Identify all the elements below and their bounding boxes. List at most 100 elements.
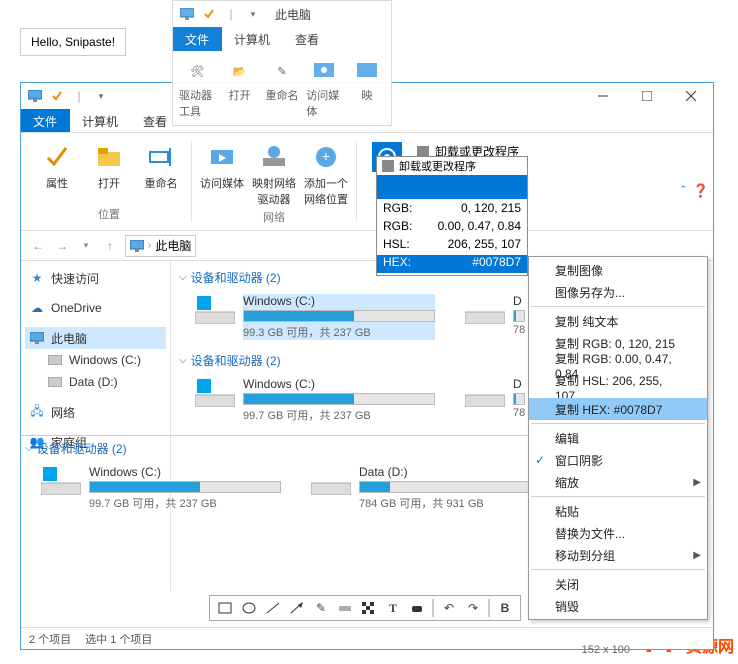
menu-close[interactable]: 关闭 bbox=[529, 573, 707, 595]
menu-copy-hsl[interactable]: 复制 HSL: 206, 255, 107 bbox=[529, 376, 707, 398]
tool-undo-icon[interactable]: ↶ bbox=[438, 597, 460, 619]
check-icon bbox=[201, 6, 217, 22]
tool-line-icon[interactable] bbox=[262, 597, 284, 619]
chevron-down-icon: ⌵ bbox=[179, 355, 187, 366]
toolbar-separator bbox=[432, 599, 434, 617]
sidebar-network[interactable]: 🖧网络 bbox=[25, 401, 166, 423]
tool-text-icon[interactable]: T bbox=[382, 597, 404, 619]
usage-bar bbox=[89, 481, 281, 493]
access-media-button[interactable]: 访问媒体 bbox=[198, 141, 246, 207]
menu-separator bbox=[531, 306, 705, 307]
uninstall-icon bbox=[381, 159, 395, 173]
drive-icon bbox=[47, 374, 63, 390]
color-rows: RGB:0, 120, 215 RGB:0.00, 0.47, 0.84 HSL… bbox=[377, 199, 527, 275]
context-menu: 复制图像 图像另存为... 复制 纯文本 复制 RGB: 0, 120, 215… bbox=[528, 256, 708, 620]
tool-pencil-icon[interactable]: ✎ bbox=[310, 597, 332, 619]
ghost-rib-map[interactable]: 映 bbox=[349, 57, 385, 119]
drive-d-partial[interactable]: D78 bbox=[465, 294, 525, 340]
tool-redo-icon[interactable]: ↷ bbox=[462, 597, 484, 619]
ribbon-group-network: 访问媒体 映射网络 驱动器 +添加一个 网络位置 网络 bbox=[192, 141, 357, 222]
usage-bar bbox=[243, 393, 435, 405]
color-row-hsl: HSL:206, 255, 107 bbox=[383, 237, 521, 255]
add-location-button[interactable]: +添加一个 网络位置 bbox=[302, 141, 350, 207]
menu-copy-text[interactable]: 复制 纯文本 bbox=[529, 310, 707, 332]
menu-save-as[interactable]: 图像另存为... bbox=[529, 281, 707, 303]
add-location-icon: + bbox=[310, 141, 342, 173]
nav-fwd-icon[interactable]: → bbox=[53, 237, 71, 255]
menu-shadow[interactable]: ✓窗口阴影 bbox=[529, 449, 707, 471]
ghost-rib-media[interactable]: 访问媒体 bbox=[306, 57, 342, 119]
maximize-button[interactable] bbox=[625, 83, 669, 109]
dimension-label: 152 x 100 bbox=[582, 644, 630, 656]
tool-marker-icon[interactable] bbox=[334, 597, 356, 619]
tool-eraser-icon[interactable] bbox=[406, 597, 428, 619]
ghost-tab-view[interactable]: 查看 bbox=[283, 27, 332, 51]
menu-moveto[interactable]: 移动到分组▶ bbox=[529, 544, 707, 566]
network-icon: 🖧 bbox=[29, 404, 45, 420]
nav-back-icon[interactable]: ← bbox=[29, 237, 47, 255]
star-icon: ★ bbox=[29, 270, 45, 286]
menu-zoom[interactable]: 缩放▶ bbox=[529, 471, 707, 493]
tool-mosaic-icon[interactable] bbox=[358, 597, 380, 619]
nav-up-icon[interactable]: ↑ bbox=[101, 237, 119, 255]
breadcrumb-text: 此电脑 bbox=[155, 237, 191, 254]
open-icon: 📂 bbox=[226, 57, 254, 85]
open-button[interactable]: 打开 bbox=[85, 141, 133, 204]
minimize-button[interactable] bbox=[581, 83, 625, 109]
group-label: 位置 bbox=[98, 206, 120, 222]
ghost-rib-tools[interactable]: 🛠驱动器工具 bbox=[179, 57, 215, 119]
drive-c[interactable]: Windows (C:)99.7 GB 可用，共 237 GB bbox=[41, 465, 281, 511]
tool-ellipse-icon[interactable] bbox=[238, 597, 260, 619]
map-drive-button[interactable]: 映射网络 驱动器 bbox=[250, 141, 298, 207]
sidebar-drive-d[interactable]: Data (D:) bbox=[25, 371, 166, 393]
label: 打开 bbox=[229, 87, 251, 103]
help-button[interactable]: ˆ ❓ bbox=[681, 183, 709, 199]
label: 添加一个 网络位置 bbox=[304, 175, 348, 207]
usage-bar bbox=[513, 310, 525, 322]
tool-rect-icon[interactable] bbox=[214, 597, 236, 619]
properties-button[interactable]: 属性 bbox=[33, 141, 81, 204]
drive-c[interactable]: Windows (C:)99.3 GB 可用，共 237 GB bbox=[195, 294, 435, 340]
label: 卸载或更改程序 bbox=[399, 158, 476, 174]
menu-destroy[interactable]: 销毁 bbox=[529, 595, 707, 617]
media-icon bbox=[310, 57, 338, 85]
ghost-tabs: 文件 计算机 查看 bbox=[173, 27, 391, 51]
divider-icon: | bbox=[223, 6, 239, 22]
sidebar-quick-access[interactable]: ★快速访问 bbox=[25, 267, 166, 289]
address-bar[interactable]: › 此电脑 bbox=[125, 235, 196, 257]
open-icon bbox=[93, 141, 125, 173]
ghost-qat: | ▾ 此电脑 bbox=[173, 1, 391, 27]
drive-d-partial[interactable]: D78 bbox=[465, 377, 525, 423]
sidebar-drive-c[interactable]: Windows (C:) bbox=[25, 349, 166, 371]
menu-copy-image[interactable]: 复制图像 bbox=[529, 259, 707, 281]
check-icon bbox=[49, 88, 65, 104]
label: 属性 bbox=[46, 175, 68, 191]
tab-computer[interactable]: 计算机 bbox=[70, 109, 131, 132]
tool-save-icon[interactable]: B bbox=[494, 597, 516, 619]
drive-text: 78 bbox=[513, 407, 525, 419]
drive-d[interactable]: Data (D:)784 GB 可用，共 931 GB bbox=[311, 465, 551, 511]
drive-c[interactable]: Windows (C:)99.7 GB 可用，共 237 GB bbox=[195, 377, 435, 423]
ghost-rib-rename[interactable]: ✎重命名 bbox=[264, 57, 300, 119]
rename-button[interactable]: 重命名 bbox=[137, 141, 185, 204]
dropdown-icon: ▾ bbox=[245, 6, 261, 22]
menu-replace[interactable]: 替换为文件... bbox=[529, 522, 707, 544]
tool-arrow-icon[interactable] bbox=[286, 597, 308, 619]
ghost-tab-computer[interactable]: 计算机 bbox=[222, 27, 283, 51]
sidebar-onedrive[interactable]: ☁OneDrive bbox=[25, 297, 166, 319]
label: OneDrive bbox=[51, 301, 102, 315]
tab-file[interactable]: 文件 bbox=[21, 109, 70, 132]
nav-down-icon[interactable]: ▾ bbox=[77, 237, 95, 255]
sidebar-this-pc[interactable]: 此电脑 bbox=[25, 327, 166, 349]
ghost-rib-open[interactable]: 📂 打开 bbox=[221, 57, 257, 119]
drive-icon bbox=[195, 294, 235, 324]
chevron-down-icon: ⌵ bbox=[179, 272, 187, 283]
drive-icon bbox=[465, 294, 505, 324]
close-button[interactable] bbox=[669, 83, 713, 109]
menu-paste[interactable]: 粘贴 bbox=[529, 500, 707, 522]
color-row-rgbf: RGB:0.00, 0.47, 0.84 bbox=[383, 219, 521, 237]
ghost-tab-file[interactable]: 文件 bbox=[173, 27, 222, 51]
menu-edit[interactable]: 编辑 bbox=[529, 427, 707, 449]
drive-icon bbox=[311, 465, 351, 495]
menu-copy-hex[interactable]: 复制 HEX: #0078D7 bbox=[529, 398, 707, 420]
